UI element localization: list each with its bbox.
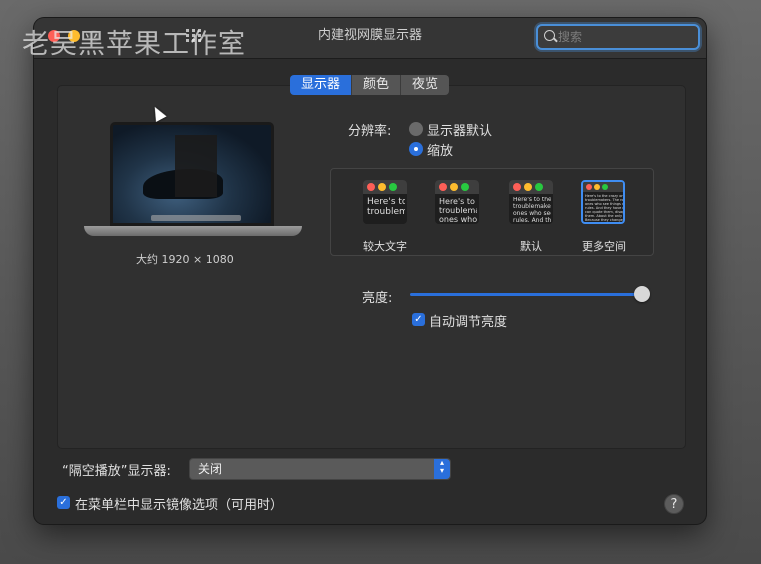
scaling-preview-text: Here's to the crazy ones troublemakers. … <box>585 194 623 223</box>
scaling-options-box: Here's to troublem 较大文字 Here's to t trou… <box>330 168 654 256</box>
display-preferences-window: ‹ › 内建视网膜显示器 显示器 颜色 夜览 大约 1920 × 1080 分辨… <box>34 18 706 524</box>
laptop-base <box>84 226 302 236</box>
airplay-display-select[interactable]: 关闭 ▴ ▾ <box>189 458 451 480</box>
document-window-thumbnail <box>175 135 217 197</box>
scaling-option-more-space[interactable]: Here's to the crazy ones troublemakers. … <box>581 180 625 224</box>
airplay-display-label: “隔空播放”显示器: <box>62 464 171 479</box>
mirroring-options-checkbox[interactable]: ✓ <box>57 496 70 509</box>
search-input[interactable] <box>558 26 692 48</box>
help-button[interactable]: ? <box>664 494 684 514</box>
dock-thumbnail <box>151 215 241 221</box>
tab-color[interactable]: 颜色 <box>352 75 402 95</box>
auto-brightness-label[interactable]: 自动调节亮度 <box>429 311 507 330</box>
tab-night-shift[interactable]: 夜览 <box>401 75 450 95</box>
scaling-option-2[interactable]: Here's to t troublema ones who <box>435 180 479 224</box>
brightness-label: 亮度: <box>362 291 393 306</box>
scaling-label-larger-text: 较大文字 <box>363 240 407 253</box>
scaling-option-default[interactable]: Here's to the troublemakers. ones who se… <box>509 180 553 224</box>
resolution-label: 分辨率: <box>348 124 392 139</box>
radio-scaled[interactable] <box>409 142 423 156</box>
brightness-slider-knob[interactable] <box>634 286 650 302</box>
auto-brightness-checkbox[interactable]: ✓ <box>412 313 425 326</box>
scaling-preview-text: Here's to troublem <box>367 197 405 218</box>
scaling-preview-text: Here's to t troublema ones who <box>439 197 477 224</box>
scaling-label-more-space: 更多空间 <box>582 240 626 253</box>
tab-display[interactable]: 显示器 <box>290 75 353 95</box>
radio-default-for-display[interactable] <box>409 122 423 136</box>
radio-default-for-display-label[interactable]: 显示器默认 <box>427 120 492 139</box>
select-arrows-icon: ▴ ▾ <box>434 459 450 479</box>
airplay-display-value: 关闭 <box>198 462 223 476</box>
mirroring-options-label[interactable]: 在菜单栏中显示镜像选项（可用时） <box>75 494 283 513</box>
resolution-caption: 大约 1920 × 1080 <box>136 253 234 266</box>
tab-bar: 显示器 颜色 夜览 <box>290 75 450 95</box>
brightness-slider-track[interactable] <box>410 293 642 296</box>
radio-scaled-label[interactable]: 缩放 <box>427 140 453 159</box>
scaling-preview-text: Here's to the troublemakers. ones who se… <box>513 197 551 224</box>
watermark-text: 老吴黑苹果工作室 <box>22 29 246 60</box>
search-icon <box>544 30 555 41</box>
laptop-screen <box>110 122 274 226</box>
search-field[interactable] <box>536 24 700 50</box>
scaling-label-default: 默认 <box>520 240 542 253</box>
laptop-preview-image <box>84 122 302 240</box>
scaling-option-larger-text[interactable]: Here's to troublem <box>363 180 407 224</box>
